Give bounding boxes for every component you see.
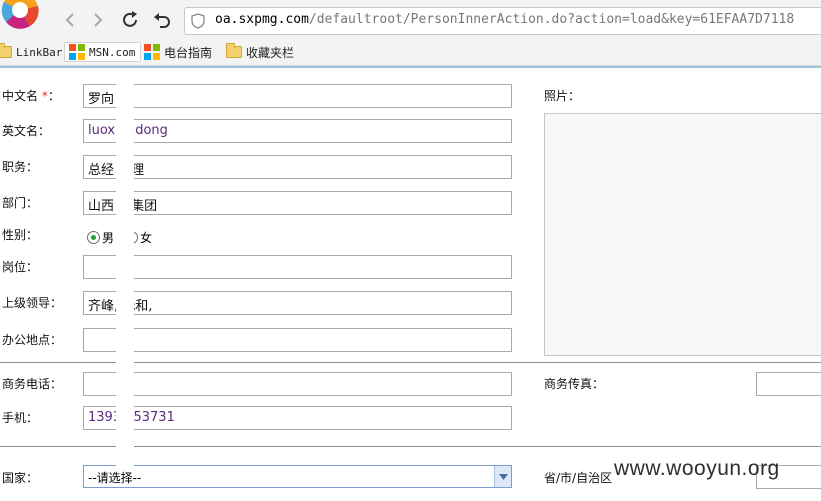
folder-icon <box>0 43 12 58</box>
business-fax-field[interactable] <box>756 372 821 396</box>
post-label: 岗位： <box>2 260 39 274</box>
gender-option-label: 男 <box>102 231 115 245</box>
business-phone-label: 商务电话： <box>2 377 63 391</box>
url-host: oa.sxpmg.com <box>215 12 309 27</box>
reload-icon <box>123 11 137 27</box>
office-location-field[interactable] <box>83 328 512 352</box>
bookmark-favorites-bar[interactable]: 收藏夹栏 <box>226 42 294 62</box>
bookmark-label: MSN.com <box>89 45 136 59</box>
gender-option-male[interactable]: 男 <box>87 229 114 246</box>
chevron-down-icon[interactable] <box>494 466 511 487</box>
accent-divider <box>0 66 821 68</box>
job-title-label: 职务： <box>2 160 39 174</box>
bookmark-label: LinkBar <box>16 45 63 59</box>
redaction-strip <box>116 80 134 470</box>
office-location-label: 办公地点： <box>2 333 63 347</box>
photo-label: 照片： <box>544 89 581 103</box>
chevron-right-icon <box>94 13 103 27</box>
windows-icon <box>69 44 85 60</box>
shield-icon <box>191 13 205 29</box>
chevron-left-icon <box>65 13 74 27</box>
bookmark-msn[interactable]: MSN.com <box>64 42 142 62</box>
business-fax-label: 商务传真： <box>544 377 605 391</box>
url-path: /defaultroot/PersonInnerAction.do?action… <box>308 12 795 27</box>
department-label: 部门： <box>2 196 39 210</box>
mobile-label: 手机： <box>2 411 39 425</box>
bookmark-label: 收藏夹栏 <box>246 45 295 60</box>
business-phone-field[interactable] <box>83 372 512 396</box>
country-label: 国家： <box>2 471 39 485</box>
country-select-value: --请选择-- <box>88 471 142 485</box>
job-title-field[interactable]: 总经 助理 <box>83 155 512 179</box>
back-button[interactable] <box>58 8 82 32</box>
superior-field[interactable]: 齐峰, 元和, <box>83 291 512 315</box>
reload-button[interactable] <box>118 8 142 32</box>
address-bar[interactable]: oa.sxpmg.com/defaultroot/PersonInnerActi… <box>184 7 821 35</box>
bookmark-label: 电台指南 <box>164 45 213 60</box>
browser-logo-icon[interactable] <box>0 0 42 34</box>
superior-label: 上级领导： <box>2 296 63 310</box>
watermark: www.wooyun.org <box>614 457 780 480</box>
photo-box[interactable] <box>544 113 821 356</box>
chinese-name-label: 中文名 *： <box>2 89 60 103</box>
folder-icon <box>226 43 242 58</box>
forward-button[interactable] <box>86 8 110 32</box>
chinese-name-field[interactable]: 罗向 <box>83 84 512 108</box>
country-select[interactable]: --请选择-- <box>83 465 512 488</box>
undo-button[interactable] <box>150 8 174 32</box>
english-name-label: 英文名： <box>2 124 51 138</box>
department-field[interactable]: 山西 版集团 <box>83 191 512 215</box>
url-text[interactable]: oa.sxpmg.com/defaultroot/PersonInnerActi… <box>215 12 794 27</box>
mobile-field[interactable]: 13934 53731 <box>83 406 512 430</box>
gender-option-label: 女 <box>140 231 153 245</box>
windows-icon <box>144 44 160 60</box>
bookmarks-bar: LinkBar MSN.com 电台指南 收藏夹栏 <box>0 38 821 66</box>
post-field[interactable] <box>83 255 512 279</box>
browser-toolbar: oa.sxpmg.com/defaultroot/PersonInnerActi… <box>0 0 821 68</box>
gender-label: 性别： <box>2 228 39 242</box>
bookmark-radio-guide[interactable]: 电台指南 <box>144 42 212 62</box>
province-label: 省/市/自治区 <box>544 471 613 485</box>
radio-selected-icon <box>87 231 100 244</box>
english-name-field[interactable]: luoxingdong <box>83 119 512 143</box>
bookmark-linkbar[interactable]: LinkBar <box>0 42 62 62</box>
undo-icon <box>154 13 170 28</box>
